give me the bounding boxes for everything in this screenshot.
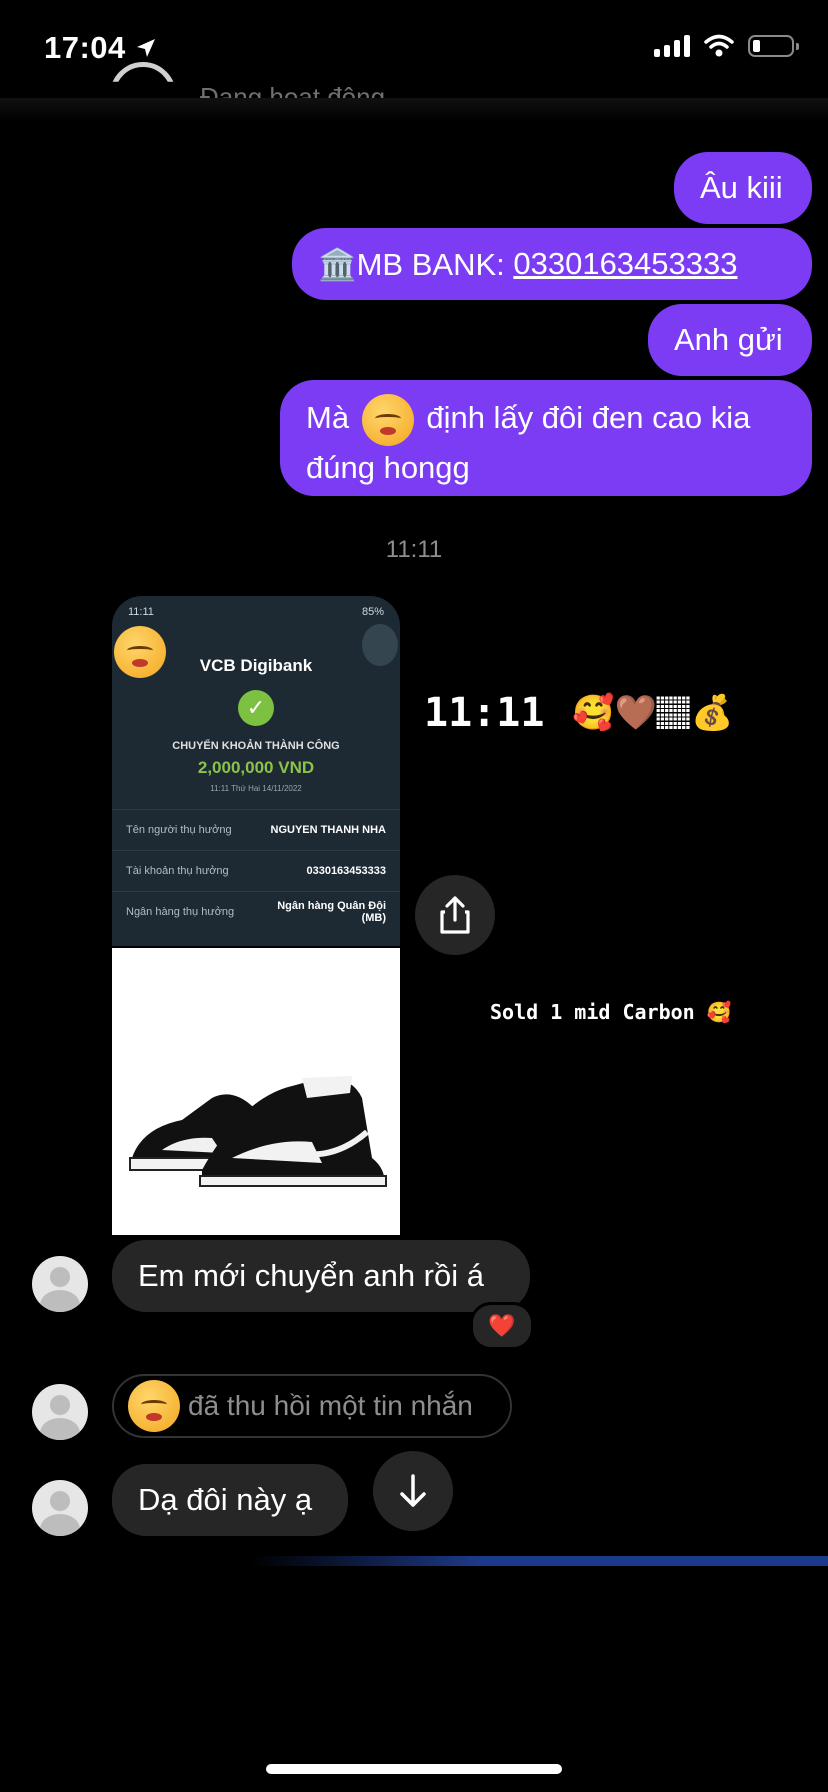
message-in[interactable]: Em mới chuyển anh rồi á — [112, 1240, 530, 1312]
message-out[interactable]: 🏛️MB BANK: 0330163453333 — [292, 228, 812, 300]
transfer-amount: 2,000,000 VND — [197, 758, 315, 777]
story-caption: 11:11 🥰🤎🏽💰 — [424, 690, 734, 736]
arrow-down-icon — [400, 1474, 426, 1507]
account-number-link[interactable]: 0330163453333 — [513, 246, 737, 282]
story-shoe-image[interactable] — [112, 948, 400, 1235]
party-face-emoji — [114, 626, 166, 678]
receipt-row: Tài khoản thụ hưởng 0330163453333 — [112, 850, 400, 891]
sender-avatar[interactable] — [32, 1256, 88, 1312]
story-author-avatar — [362, 624, 398, 666]
message-text: đúng hongg — [306, 450, 470, 485]
battery-icon — [748, 35, 799, 57]
scroll-to-bottom-button[interactable] — [373, 1451, 453, 1531]
sneaker-image — [129, 1076, 387, 1187]
sender-avatar[interactable] — [32, 1480, 88, 1536]
receipt-time: 11:11 — [128, 606, 154, 618]
clock: 17:04 — [44, 30, 126, 65]
message-text: đã thu hồi một tin nhắn — [188, 1390, 473, 1421]
checkmark-icon: ✓ — [238, 690, 274, 726]
composer-divider — [250, 1556, 828, 1566]
receipt-row: Ngân hàng thụ hưởng Ngân hàng Quân Đội (M… — [112, 891, 400, 932]
transfer-status: CHUYỂN KHOẢN THÀNH CÔNG — [172, 740, 340, 752]
timestamp: 11:11 — [385, 536, 443, 563]
status-icons — [654, 34, 799, 58]
message-text: Dạ đôi này ạ — [138, 1482, 313, 1517]
cellular-signal-icon — [654, 35, 690, 57]
party-face-emoji — [361, 394, 414, 446]
message-out[interactable]: Âu kiii — [674, 152, 812, 224]
status-time: 17:04 — [44, 30, 158, 66]
unsent-message: đã thu hồi một tin nhắn — [112, 1374, 512, 1438]
message-out[interactable]: Anh gửi — [648, 304, 812, 376]
wifi-icon — [704, 34, 734, 57]
heart-icon: ❤️ — [488, 1313, 516, 1338]
message-out[interactable]: Mà định lấy đôi đen cao kia đúng hongg — [280, 380, 812, 496]
party-face-emoji — [128, 1380, 180, 1432]
message-text: Em mới chuyển anh rồi á — [138, 1258, 484, 1293]
transfer-datetime: 11:11 Thứ Hai 14/11/2022 — [210, 784, 302, 793]
shoe-caption: Sold 1 mid Carbon 🥰 — [490, 1000, 732, 1024]
message-text: Mà — [306, 400, 350, 436]
home-indicator — [266, 1764, 562, 1774]
receipt-battery: 85% — [361, 606, 384, 618]
message-in[interactable]: Dạ đôi này ạ — [112, 1464, 348, 1536]
message-text: 🏛️MB BANK: — [318, 246, 514, 282]
share-icon — [440, 896, 470, 934]
sender-avatar[interactable] — [32, 1384, 88, 1440]
location-arrow-icon — [136, 39, 155, 57]
receipt-row: Tên người thụ hưởng NGUYEN THANH NHA — [112, 809, 400, 850]
share-button[interactable] — [415, 875, 495, 955]
message-text: Anh gửi — [674, 322, 783, 357]
header-divider — [0, 98, 828, 122]
heart-reaction[interactable]: ❤️ — [470, 1302, 534, 1350]
message-text: Âu kiii — [700, 170, 783, 205]
caption-emojis: 🥰🤎🏽💰 — [572, 693, 734, 733]
message-text: định lấy đôi đen cao kia — [426, 400, 751, 436]
